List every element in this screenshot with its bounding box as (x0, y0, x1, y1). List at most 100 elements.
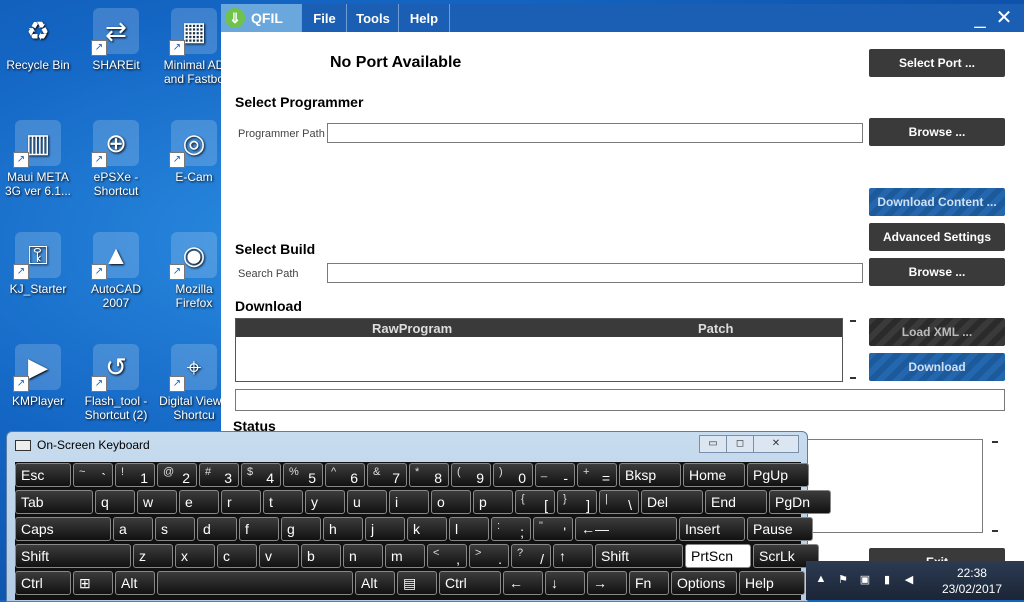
desktop-icon[interactable]: ▲ ↗ AutoCAD 2007 (80, 232, 152, 310)
key[interactable]: Del (641, 490, 703, 514)
desktop-icon[interactable]: ◉ ↗ Mozilla Firefox (158, 232, 230, 310)
key[interactable]: Caps (15, 517, 111, 541)
desktop-icon[interactable]: ◎ ↗ E-Cam (158, 120, 230, 184)
minimize-button[interactable]: _ (968, 6, 992, 30)
key[interactable]: Insert (679, 517, 745, 541)
key[interactable]: z (133, 544, 173, 568)
app-title[interactable]: ⇓ QFIL (221, 4, 301, 32)
show-hidden-icons[interactable]: ▲ (814, 573, 828, 587)
key[interactable]: Alt (115, 571, 155, 595)
clock[interactable]: 22:38 23/02/2017 (942, 565, 1002, 597)
key[interactable]: w (137, 490, 177, 514)
key[interactable]: o (431, 490, 471, 514)
action-center-icon[interactable]: ⚑ (836, 573, 850, 587)
key[interactable]: Fn (629, 571, 669, 595)
download-content-button[interactable]: Download Content ... (869, 188, 1005, 216)
key[interactable]: l (449, 517, 489, 541)
key[interactable]: r (221, 490, 261, 514)
key[interactable]: Shift (15, 544, 131, 568)
desktop-icon[interactable]: ▥ ↗ Maui META 3G ver 6.1... (2, 120, 74, 198)
key[interactable]: Ctrl (15, 571, 71, 595)
key[interactable]: q (95, 490, 135, 514)
key[interactable]: Home (683, 463, 745, 487)
status-expand-icon[interactable] (992, 530, 998, 532)
key[interactable]: i (389, 490, 429, 514)
menu-tools[interactable]: Tools (346, 4, 399, 32)
download-grid[interactable]: RawProgram Patch (235, 318, 843, 382)
desktop-icon[interactable]: ⊕ ↗ ePSXe - Shortcut (80, 120, 152, 198)
menu-help[interactable]: Help (398, 4, 450, 32)
desktop-icon[interactable]: ⚿ ↗ KJ_Starter (2, 232, 74, 296)
grid-expand-icon[interactable] (850, 377, 856, 379)
osk-close-button[interactable]: ✕ (753, 435, 799, 453)
key[interactable]: PrtScn (685, 544, 751, 568)
programmer-path-field[interactable] (327, 123, 863, 143)
key[interactable]: Shift (595, 544, 683, 568)
menu-file[interactable]: File (301, 4, 347, 32)
osk-maximize-button[interactable]: ◻ (726, 435, 754, 453)
key[interactable] (157, 571, 353, 595)
key[interactable]: ▤ (397, 571, 437, 595)
key[interactable]: j (365, 517, 405, 541)
desktop-icon[interactable]: ⌖ ↗ Digital View - Shortcu (158, 344, 230, 422)
desktop-icon[interactable]: ▶ ↗ KMPlayer (2, 344, 74, 408)
key[interactable]: d (197, 517, 237, 541)
key[interactable]: y (305, 490, 345, 514)
key[interactable]: Ctrl (439, 571, 501, 595)
key[interactable]: | \ (599, 490, 639, 514)
key[interactable]: >. (469, 544, 509, 568)
key[interactable]: PgUp (747, 463, 809, 487)
key[interactable]: s (155, 517, 195, 541)
key[interactable]: Tab (15, 490, 93, 514)
key[interactable]: a (113, 517, 153, 541)
search-path-field[interactable] (327, 263, 863, 283)
key[interactable]: % 5 (283, 463, 323, 487)
desktop-icon[interactable]: ▦ ↗ Minimal AD and Fastbo (158, 8, 230, 86)
key[interactable]: Options (671, 571, 737, 595)
key[interactable]: m (385, 544, 425, 568)
key[interactable]: <, (427, 544, 467, 568)
select-port-button[interactable]: Select Port ... (869, 49, 1005, 77)
key[interactable]: u (347, 490, 387, 514)
key[interactable]: " ' (533, 517, 573, 541)
key[interactable]: ~ ` (73, 463, 113, 487)
key[interactable]: Alt (355, 571, 395, 595)
key[interactable]: PgDn (769, 490, 831, 514)
desktop-icon[interactable]: ⇄ ↗ SHAREit (80, 8, 152, 72)
browse-build-button[interactable]: Browse ... (869, 258, 1005, 286)
key[interactable]: e (179, 490, 219, 514)
key[interactable]: $4 (241, 463, 281, 487)
key[interactable]: {[ (515, 490, 555, 514)
usb-device-icon[interactable]: ▣ (858, 573, 872, 587)
key[interactable]: c (217, 544, 257, 568)
key[interactable]: Help (739, 571, 805, 595)
desktop-icon[interactable]: ↺ ↗ Flash_tool - Shortcut (2) (80, 344, 152, 422)
key[interactable]: g (281, 517, 321, 541)
key[interactable]: ↓ (545, 571, 585, 595)
key[interactable]: _ - (535, 463, 575, 487)
key[interactable]: h (323, 517, 363, 541)
key[interactable]: @2 (157, 463, 197, 487)
key[interactable]: n (343, 544, 383, 568)
key[interactable]: b (301, 544, 341, 568)
osk-minimize-button[interactable]: ▭ (699, 435, 727, 453)
key[interactable]: ←— (575, 517, 677, 541)
key[interactable]: Bksp (619, 463, 681, 487)
network-icon[interactable]: ▮ (880, 573, 894, 587)
key[interactable]: p (473, 490, 513, 514)
key[interactable]: ) 0 (493, 463, 533, 487)
key[interactable]: Esc (15, 463, 71, 487)
advanced-settings-button[interactable]: Advanced Settings (869, 223, 1005, 251)
key[interactable]: → (587, 571, 627, 595)
key[interactable]: }] (557, 490, 597, 514)
load-xml-button[interactable]: Load XML ... (869, 318, 1005, 346)
grid-collapse-icon[interactable] (850, 320, 856, 322)
key[interactable]: + = (577, 463, 617, 487)
key[interactable]: ⊞ (73, 571, 113, 595)
key[interactable]: ← (503, 571, 543, 595)
key[interactable]: ! 1 (115, 463, 155, 487)
status-collapse-icon[interactable] (992, 441, 998, 443)
key[interactable]: v (259, 544, 299, 568)
key[interactable]: (9 (451, 463, 491, 487)
key[interactable]: k (407, 517, 447, 541)
